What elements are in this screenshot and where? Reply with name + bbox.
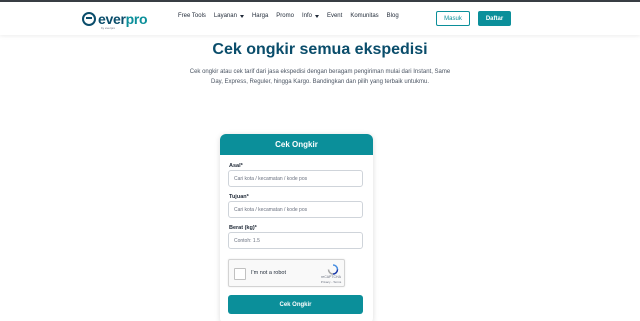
login-button[interactable]: Masuk: [436, 11, 470, 26]
recaptcha-label: I'm not a robot: [251, 270, 286, 276]
nav-item-komunitas[interactable]: Komunitas: [350, 13, 378, 19]
chevron-down-icon: [314, 14, 319, 18]
nav-label: Info: [301, 13, 312, 19]
chevron-down-icon: [239, 14, 244, 18]
nav-item-event[interactable]: Event: [327, 13, 342, 19]
recaptcha-brand: reCAPTCHA: [321, 275, 341, 279]
nav-label: Event: [326, 13, 343, 19]
logo-mark-icon: [82, 12, 96, 26]
logo[interactable]: everpro: [82, 11, 148, 27]
logo-pro: pro: [125, 11, 148, 27]
recaptcha-widget: I'm not a robot reCAPTCHA Privacy - Term…: [228, 259, 345, 287]
main-nav: Free Tools Layanan Harga Promo Info Even…: [178, 13, 407, 19]
recaptcha-checkbox[interactable]: [234, 268, 246, 280]
destination-label: Tujuan*: [229, 194, 249, 200]
page-description: Cek ongkir atau cek tarif dari jasa eksp…: [189, 69, 451, 85]
nav-item-layanan[interactable]: Layanan: [214, 13, 244, 19]
navbar: everpro by everpro Free Tools Layanan Ha…: [0, 2, 640, 35]
form-title: Cek Ongkir: [220, 134, 373, 155]
destination-input[interactable]: [228, 201, 363, 218]
logo-subtitle: by everpro: [101, 26, 116, 30]
weight-input[interactable]: [228, 232, 363, 249]
origin-label: Asal*: [229, 163, 243, 169]
nav-label: Free Tools: [178, 13, 206, 19]
logo-ever: ever: [98, 11, 126, 27]
nav-item-info[interactable]: Info: [302, 13, 319, 19]
origin-input[interactable]: [228, 170, 363, 187]
nav-label: Komunitas: [350, 13, 379, 19]
recaptcha-links[interactable]: Privacy - Terms: [318, 280, 344, 284]
nav-label: Promo: [276, 13, 294, 19]
nav-item-promo[interactable]: Promo: [276, 13, 294, 19]
logo-text: everpro: [98, 11, 148, 27]
nav-label: Layanan: [213, 13, 237, 19]
nav-item-free-tools[interactable]: Free Tools: [178, 13, 206, 19]
page-title: Cek ongkir semua ekspedisi: [212, 41, 428, 58]
nav-label: Blog: [386, 13, 399, 19]
check-shipping-button[interactable]: Cek Ongkir: [228, 295, 363, 314]
nav-item-blog[interactable]: Blog: [387, 13, 399, 19]
weight-label: Berat (kg)*: [229, 225, 257, 231]
nav-item-harga[interactable]: Harga: [252, 13, 268, 19]
recaptcha-logo-icon: [327, 264, 339, 275]
nav-label: Harga: [251, 13, 269, 19]
register-button[interactable]: Daftar: [478, 11, 511, 26]
shipping-cost-form: Cek Ongkir Asal* Tujuan* Berat (kg)* I'm…: [220, 134, 373, 321]
